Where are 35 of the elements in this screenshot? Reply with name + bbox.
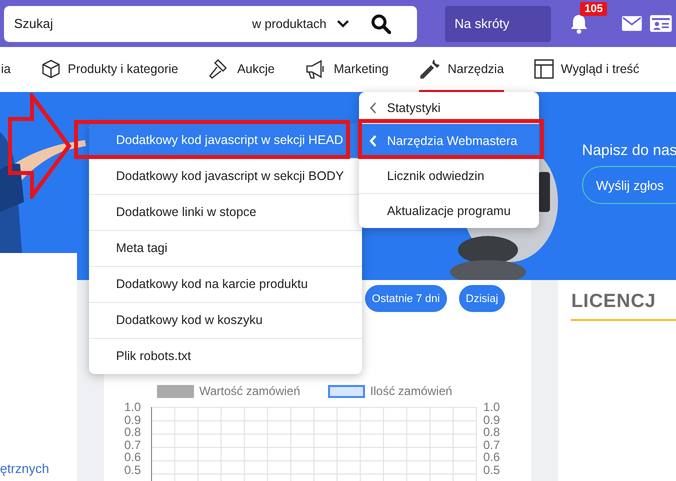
search-field[interactable]: Szukaj w produktach <box>4 6 417 42</box>
legend-label: Ilość zamówień <box>370 384 452 398</box>
period-button[interactable]: Dzisiaj <box>458 285 506 312</box>
axis-tick-label: 0.8 <box>483 426 501 439</box>
nav-tab[interactable]: Marketing <box>304 47 389 92</box>
axis-tick-label: 0.9 <box>124 414 142 426</box>
axis-tick-label: 0.6 <box>124 451 142 464</box>
axis-tick-label: 0.9 <box>483 414 501 426</box>
nav-tab[interactable]: ia <box>1 47 11 92</box>
axis-tick-label: 0.5 <box>483 464 501 477</box>
panel-link[interactable]: ętrznych <box>0 461 50 476</box>
axis-tick-label: 0.6 <box>483 451 501 464</box>
menu-item[interactable]: Dodatkowy kod w koszyku <box>89 303 362 339</box>
send-request-button[interactable]: Wyślij zgłos <box>582 166 676 204</box>
submenu-item[interactable]: Licznik odwiedzin <box>387 169 484 183</box>
axis-tick-label: 0.7 <box>483 438 501 452</box>
search-scope-dropdown[interactable]: w produktach <box>252 16 327 30</box>
menu-item[interactable]: Plik robots.txt <box>89 339 362 374</box>
axis-tick-label: 1.0 <box>124 401 142 414</box>
nav-tab[interactable]: Aukcje <box>208 47 275 92</box>
axis-tick-label: 1.0 <box>483 401 501 414</box>
axis-tick-label: 0.7 <box>124 438 142 452</box>
nav-tab[interactable]: Wygląd i treść <box>534 47 640 92</box>
period-button[interactable]: Ostatnie 7 dni <box>364 285 447 312</box>
notification-count: 105 <box>580 2 607 16</box>
menu-item[interactable]: Meta tagi <box>89 231 362 267</box>
legend-label: Wartość zamówień <box>199 384 300 398</box>
license-heading: LICENCJ <box>571 291 676 321</box>
nav-tab[interactable]: Produkty i kategorie <box>40 47 178 92</box>
menu-item[interactable]: Dodatkowy kod na karcie produktu <box>89 267 362 303</box>
axis-tick-label: 0.5 <box>124 464 142 477</box>
axis-tick-label: 0.8 <box>124 426 142 439</box>
submenu-item[interactable]: Aktualizacje programu <box>387 204 511 218</box>
shortcuts-button[interactable]: Na skróty <box>444 6 552 42</box>
submenu-item[interactable]: Statystyki <box>387 100 440 114</box>
